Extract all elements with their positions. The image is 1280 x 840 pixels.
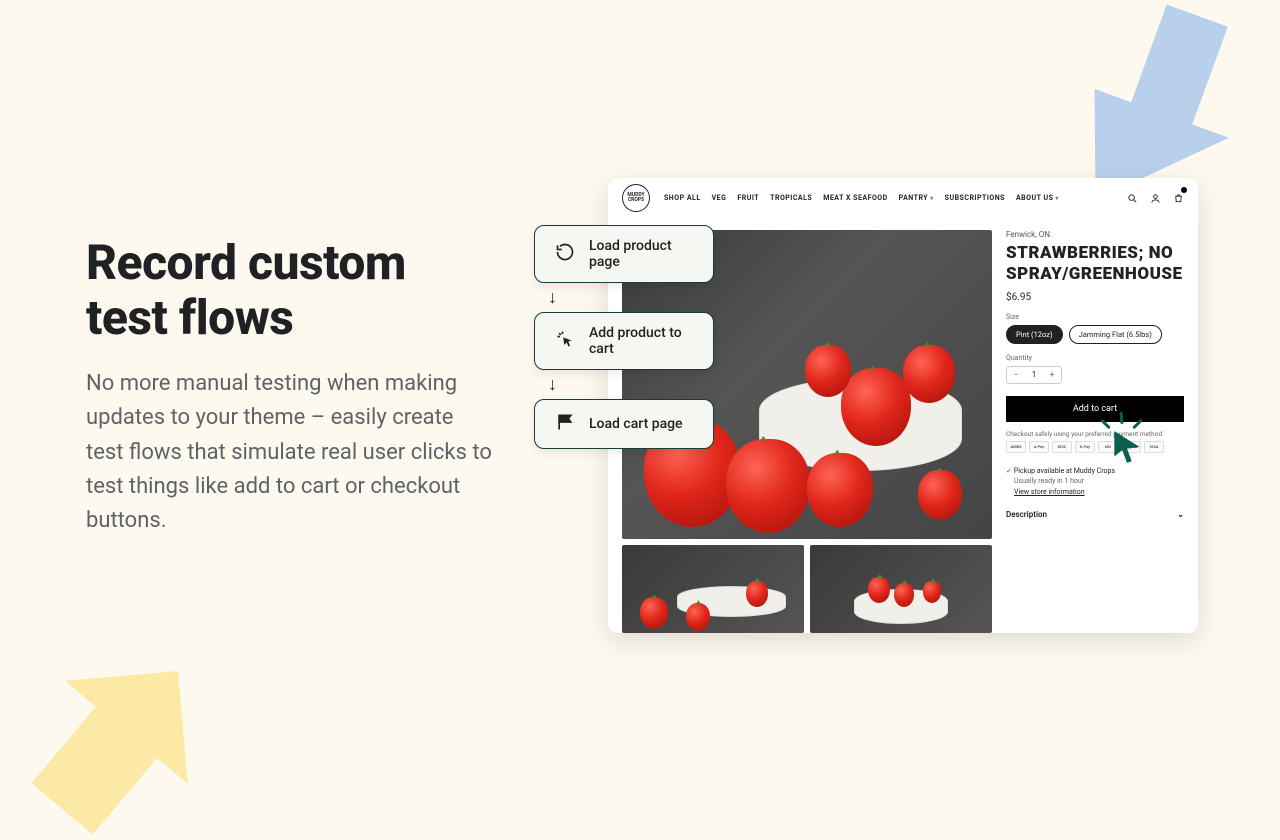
payment-card-icon: G Pay: [1075, 441, 1095, 453]
nav-item[interactable]: SUBSCRIPTIONS: [945, 194, 1005, 202]
shop-logo[interactable]: MUDDY CROPS: [622, 184, 650, 212]
nav-item[interactable]: PANTRY: [899, 194, 934, 202]
product-location: Fenwick, ON.: [1006, 230, 1184, 239]
decorative-arrow-yellow: [20, 640, 220, 840]
product-price: $6.95: [1006, 292, 1184, 303]
click-icon: [555, 329, 575, 353]
size-label: Size: [1006, 313, 1184, 321]
cart-icon[interactable]: [1173, 189, 1184, 208]
refresh-icon: [555, 242, 575, 266]
nav-item[interactable]: FRUIT: [737, 194, 759, 202]
nav-item[interactable]: ABOUT US: [1016, 194, 1059, 202]
nav-item[interactable]: SHOP ALL: [664, 194, 701, 202]
size-option[interactable]: Pint (12oz): [1006, 325, 1063, 344]
flow-step[interactable]: Add product to cart: [534, 312, 714, 370]
flow-step-label: Load cart page: [589, 416, 683, 432]
description-accordion[interactable]: Description ⌄: [1006, 510, 1184, 519]
cursor-overlay-icon: [1108, 428, 1146, 470]
payment-card-icon: DISC: [1052, 441, 1072, 453]
product-thumbnail[interactable]: [810, 545, 992, 633]
payment-card-icon: A Pay: [1029, 441, 1049, 453]
payment-card-icon: VISA: [1144, 441, 1164, 453]
flow-step[interactable]: Load product page: [534, 225, 714, 283]
nav-item[interactable]: TROPICALS: [770, 194, 812, 202]
quantity-value: 1: [1025, 370, 1043, 379]
hero-title: Record custom test flows: [86, 235, 496, 345]
pickup-availability: ✓Pickup available at Muddy Crops: [1006, 467, 1184, 475]
hero-body: No more manual testing when making updat…: [86, 367, 496, 537]
payment-card-icon: AMEX: [1006, 441, 1026, 453]
checkout-safely-text: Checkout safely using your preferred pay…: [1006, 430, 1184, 438]
add-to-cart-button[interactable]: Add to cart: [1006, 396, 1184, 422]
shop-nav: SHOP ALL VEG FRUIT TROPICALS MEAT X SEAFOOD P…: [664, 194, 1113, 202]
view-store-information-link[interactable]: View store information: [1006, 488, 1184, 496]
flow-step[interactable]: Load cart page: [534, 399, 714, 449]
nav-item[interactable]: MEAT X SEAFOOD: [823, 194, 887, 202]
flow-step-label: Add product to cart: [589, 325, 693, 357]
flow-step-label: Load product page: [589, 238, 693, 270]
quantity-label: Quantity: [1006, 354, 1184, 362]
account-icon[interactable]: [1150, 189, 1161, 208]
product-thumbnail[interactable]: [622, 545, 804, 633]
product-title: STRAWBERRIES; NO SPRAY/GREENHOUSE: [1006, 243, 1184, 286]
search-icon[interactable]: [1127, 189, 1138, 208]
flag-icon: [555, 412, 575, 436]
size-option[interactable]: Jamming Flat (6.5lbs): [1069, 325, 1162, 344]
flow-arrow-icon: ↓: [548, 287, 557, 308]
flow-arrow-icon: ↓: [548, 374, 557, 395]
nav-item[interactable]: VEG: [712, 194, 727, 202]
quantity-stepper[interactable]: − 1 +: [1006, 366, 1062, 384]
quantity-increment[interactable]: +: [1043, 370, 1061, 379]
quantity-decrement[interactable]: −: [1007, 370, 1025, 379]
chevron-down-icon: ⌄: [1177, 510, 1184, 519]
pickup-ready-time: Usually ready in 1 hour: [1006, 477, 1184, 485]
